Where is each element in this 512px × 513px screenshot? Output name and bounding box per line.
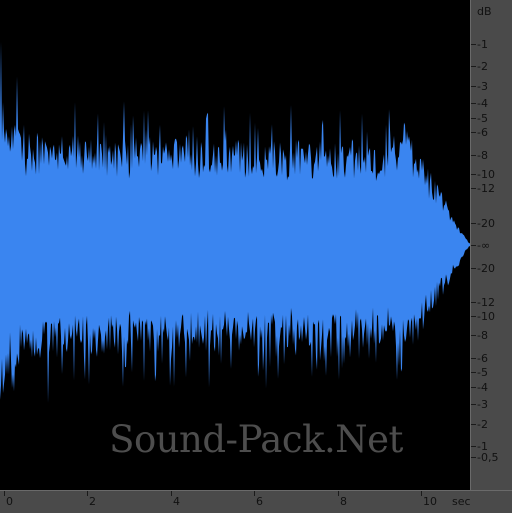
db-upper-8-label: 12 xyxy=(477,183,495,194)
db-upper-2-label: 3 xyxy=(477,81,488,92)
waveform-envelope xyxy=(0,41,470,403)
db-lower-4-label: 6 xyxy=(477,353,488,364)
waveform[interactable] xyxy=(0,0,470,490)
db-lower-6-tick xyxy=(471,387,476,388)
db-upper-7-tick xyxy=(471,174,476,175)
time-label-5: 10 xyxy=(423,495,437,508)
db-upper-1-tick xyxy=(471,66,476,67)
db-center-tick xyxy=(471,245,476,246)
time-tick-1 xyxy=(87,491,88,496)
db-lower-4-tick xyxy=(471,358,476,359)
time-tick-4 xyxy=(338,491,339,496)
db-lower-2-label: 10 xyxy=(477,311,495,322)
db-lower-0-label: 20 xyxy=(477,263,495,274)
db-upper-9-tick xyxy=(471,223,476,224)
db-upper-4-label: 5 xyxy=(477,113,488,124)
db-lower-2-tick xyxy=(471,316,476,317)
time-label-1: 2 xyxy=(89,495,96,508)
db-lower-3-tick xyxy=(471,335,476,336)
db-lower-1-label: 12 xyxy=(477,297,495,308)
db-upper-4-tick xyxy=(471,118,476,119)
db-lower-5-tick xyxy=(471,372,476,373)
db-lower-0-tick xyxy=(471,268,476,269)
db-lower-7-label: 3 xyxy=(477,399,488,410)
db-upper-3-tick xyxy=(471,103,476,104)
db-upper-6-label: 8 xyxy=(477,150,488,161)
db-upper-7-label: 10 xyxy=(477,169,495,180)
db-lower-9-tick xyxy=(471,446,476,447)
time-label-0: 0 xyxy=(6,495,13,508)
db-lower-10-tick xyxy=(471,457,476,458)
db-upper-5-label: 6 xyxy=(477,127,488,138)
time-ruler: sec 0 2 4 6 8 10 xyxy=(0,490,512,513)
time-tick-3 xyxy=(254,491,255,496)
time-tick-0 xyxy=(4,491,5,496)
time-tick-5 xyxy=(421,491,422,496)
db-lower-10-label: 0,5 xyxy=(477,452,499,463)
db-lower-7-tick xyxy=(471,404,476,405)
db-center-label: -∞ xyxy=(477,239,491,252)
time-label-3: 6 xyxy=(256,495,263,508)
db-lower-6-label: 4 xyxy=(477,382,488,393)
db-upper-0-label: 1 xyxy=(477,39,488,50)
time-label-2: 4 xyxy=(173,495,180,508)
db-upper-8-tick xyxy=(471,188,476,189)
db-upper-1-label: 2 xyxy=(477,61,488,72)
waveform-display[interactable] xyxy=(0,0,470,490)
db-unit-label: dB xyxy=(477,5,492,18)
time-label-4: 8 xyxy=(340,495,347,508)
db-upper-6-tick xyxy=(471,155,476,156)
time-tick-2 xyxy=(171,491,172,496)
db-ruler: dB 1234568101220-∞20121086543210,5 xyxy=(470,0,512,490)
db-lower-3-label: 8 xyxy=(477,330,488,341)
db-lower-8-tick xyxy=(471,424,476,425)
db-lower-5-label: 5 xyxy=(477,367,488,378)
db-upper-0-tick xyxy=(471,44,476,45)
db-lower-1-tick xyxy=(471,302,476,303)
db-upper-3-label: 4 xyxy=(477,98,488,109)
db-upper-5-tick xyxy=(471,132,476,133)
time-unit-label: sec xyxy=(452,495,471,508)
audio-editor: dB 1234568101220-∞20121086543210,5 sec 0… xyxy=(0,0,512,513)
db-upper-9-label: 20 xyxy=(477,218,495,229)
db-lower-8-label: 2 xyxy=(477,419,488,430)
db-upper-2-tick xyxy=(471,86,476,87)
